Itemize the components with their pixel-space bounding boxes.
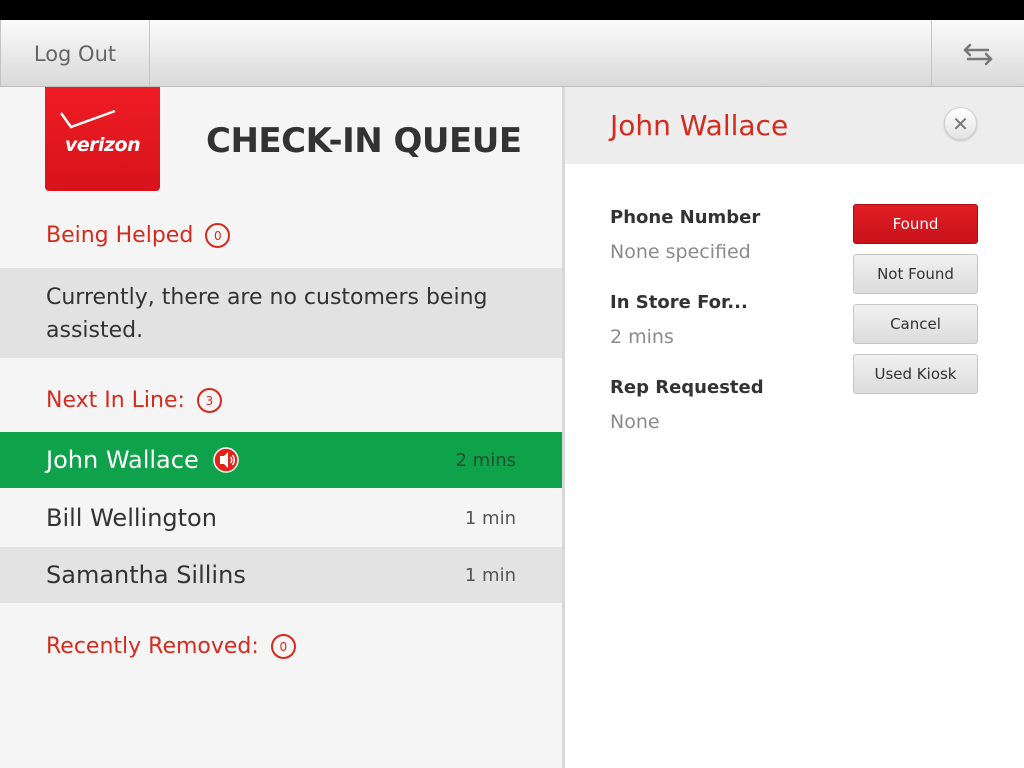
swap-arrows-icon xyxy=(963,43,993,65)
rep-requested-label: Rep Requested xyxy=(610,377,764,398)
rep-alert-icon xyxy=(212,447,239,473)
customer-name: Bill Wellington xyxy=(46,504,217,532)
logo-text: verizon xyxy=(64,134,141,156)
cancel-button[interactable]: Cancel xyxy=(853,304,978,344)
wait-time: 1 min xyxy=(464,507,516,529)
in-store-for-value: 2 mins xyxy=(610,326,674,348)
swap-button[interactable] xyxy=(931,20,1024,87)
verizon-logo: verizon xyxy=(45,87,160,191)
detail-header: John Wallace ✕ xyxy=(565,87,1024,164)
logout-button[interactable]: Log Out xyxy=(0,20,150,87)
next-in-line-label: Next In Line: xyxy=(46,388,185,413)
next-in-line-heading: Next In Line: 3 xyxy=(46,388,222,413)
not-found-button[interactable]: Not Found xyxy=(853,254,978,294)
status-bar xyxy=(0,0,1024,20)
recently-removed-count-badge: 0 xyxy=(270,634,296,659)
found-button[interactable]: Found xyxy=(853,204,978,244)
being-helped-count-badge: 0 xyxy=(205,223,231,248)
recently-removed-heading: Recently Removed: 0 xyxy=(46,634,296,659)
queue-panel: verizon CHECK-IN QUEUE Being Helped 0 Cu… xyxy=(0,87,562,768)
close-button[interactable]: ✕ xyxy=(944,107,977,140)
phone-number-label: Phone Number xyxy=(610,207,761,228)
queue-row-john-wallace[interactable]: John Wallace 2 mins xyxy=(0,432,562,488)
page-title: CHECK-IN QUEUE xyxy=(206,121,522,161)
wait-time: 2 mins xyxy=(455,449,517,471)
being-helped-heading: Being Helped 0 xyxy=(46,223,231,248)
queue-row-samantha-sillins[interactable]: Samantha Sillins 1 min xyxy=(0,547,562,603)
verizon-check-icon xyxy=(59,109,116,129)
queue-row-bill-wellington[interactable]: Bill Wellington 1 min xyxy=(0,490,562,546)
customer-name: John Wallace xyxy=(46,446,199,474)
wait-time: 1 min xyxy=(464,564,516,586)
customer-name: Samantha Sillins xyxy=(46,561,246,589)
rep-requested-value: None xyxy=(610,411,660,433)
close-icon: ✕ xyxy=(952,111,969,136)
next-in-line-count-badge: 3 xyxy=(196,388,222,413)
in-store-for-label: In Store For... xyxy=(610,292,748,313)
top-toolbar: Log Out xyxy=(0,20,1024,87)
recently-removed-label: Recently Removed: xyxy=(46,634,259,659)
being-helped-empty-message: Currently, there are no customers being … xyxy=(0,268,562,358)
being-helped-label: Being Helped xyxy=(46,223,194,248)
customer-detail-panel: John Wallace ✕ Phone Number None specifi… xyxy=(565,87,1024,768)
phone-number-value: None specified xyxy=(610,241,751,263)
detail-customer-name: John Wallace xyxy=(610,109,789,142)
used-kiosk-button[interactable]: Used Kiosk xyxy=(853,354,978,394)
